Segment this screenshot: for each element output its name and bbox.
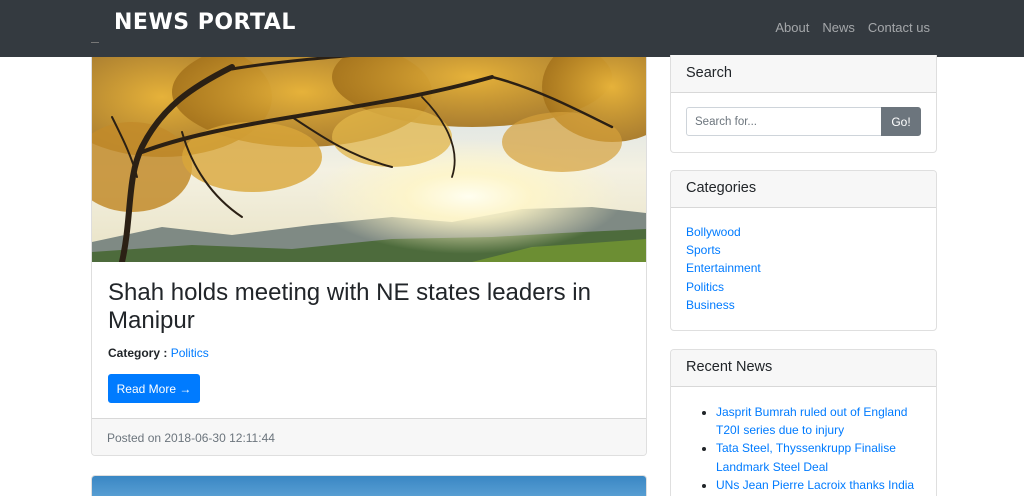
read-more-button[interactable]: Read More →	[108, 374, 200, 403]
list-item: Business	[686, 298, 921, 316]
recent-news-list: Jasprit Bumrah ruled out of England T20I…	[671, 387, 936, 494]
recent-news-link[interactable]: Jasprit Bumrah ruled out of England T20I…	[716, 405, 907, 437]
category-link-sports[interactable]: Sports	[686, 243, 721, 257]
post-image-next	[92, 476, 646, 496]
list-item: Sports	[686, 243, 921, 261]
list-item: Tata Steel, Thyssenkrupp Finalise Landma…	[716, 439, 921, 475]
post-body: Shah holds meeting with NE states leader…	[108, 279, 630, 360]
post-title[interactable]: Shah holds meeting with NE states leader…	[108, 279, 630, 335]
list-item: Entertainment	[686, 261, 921, 279]
categories-list: Bollywood Sports Entertainment Politics …	[671, 208, 936, 330]
post-image	[92, 57, 646, 262]
categories-card-title: Categories	[671, 171, 936, 208]
post-card-next	[91, 475, 647, 496]
brand-logo[interactable]: NEWS PORTAL	[114, 10, 296, 35]
search-card: Search Go!	[670, 55, 937, 153]
list-item: UNs Jean Pierre Lacroix thanks India	[716, 476, 921, 494]
recent-news-link[interactable]: UNs Jean Pierre Lacroix thanks India	[716, 478, 914, 492]
nav-links: About News Contact us	[775, 20, 930, 35]
post-category: Category : Politics	[108, 346, 630, 360]
list-item: Bollywood	[686, 225, 921, 243]
category-link-politics[interactable]: Politics	[686, 280, 724, 294]
navbar-toggle-mark	[91, 42, 99, 43]
recent-news-card: Recent News Jasprit Bumrah ruled out of …	[670, 349, 937, 496]
category-label: Category :	[108, 346, 168, 360]
top-navbar: NEWS PORTAL About News Contact us	[0, 0, 1024, 57]
category-link[interactable]: Politics	[171, 346, 209, 360]
nav-link-contact[interactable]: Contact us	[868, 20, 930, 35]
search-input[interactable]	[686, 107, 882, 136]
recent-news-link[interactable]: Tata Steel, Thyssenkrupp Finalise Landma…	[716, 441, 896, 473]
recent-news-card-title: Recent News	[671, 350, 936, 387]
search-card-title: Search	[671, 55, 936, 93]
post-card: Shah holds meeting with NE states leader…	[91, 57, 647, 456]
search-go-button[interactable]: Go!	[881, 107, 921, 136]
categories-card: Categories Bollywood Sports Entertainmen…	[670, 170, 937, 331]
list-item: Jasprit Bumrah ruled out of England T20I…	[716, 403, 921, 439]
nav-link-about[interactable]: About	[775, 20, 809, 35]
category-link-business[interactable]: Business	[686, 298, 735, 312]
category-link-bollywood[interactable]: Bollywood	[686, 225, 741, 239]
category-link-entertainment[interactable]: Entertainment	[686, 261, 761, 275]
nav-link-news[interactable]: News	[822, 20, 855, 35]
post-footer: Posted on 2018-06-30 12:11:44	[92, 418, 646, 455]
list-item: Politics	[686, 280, 921, 298]
